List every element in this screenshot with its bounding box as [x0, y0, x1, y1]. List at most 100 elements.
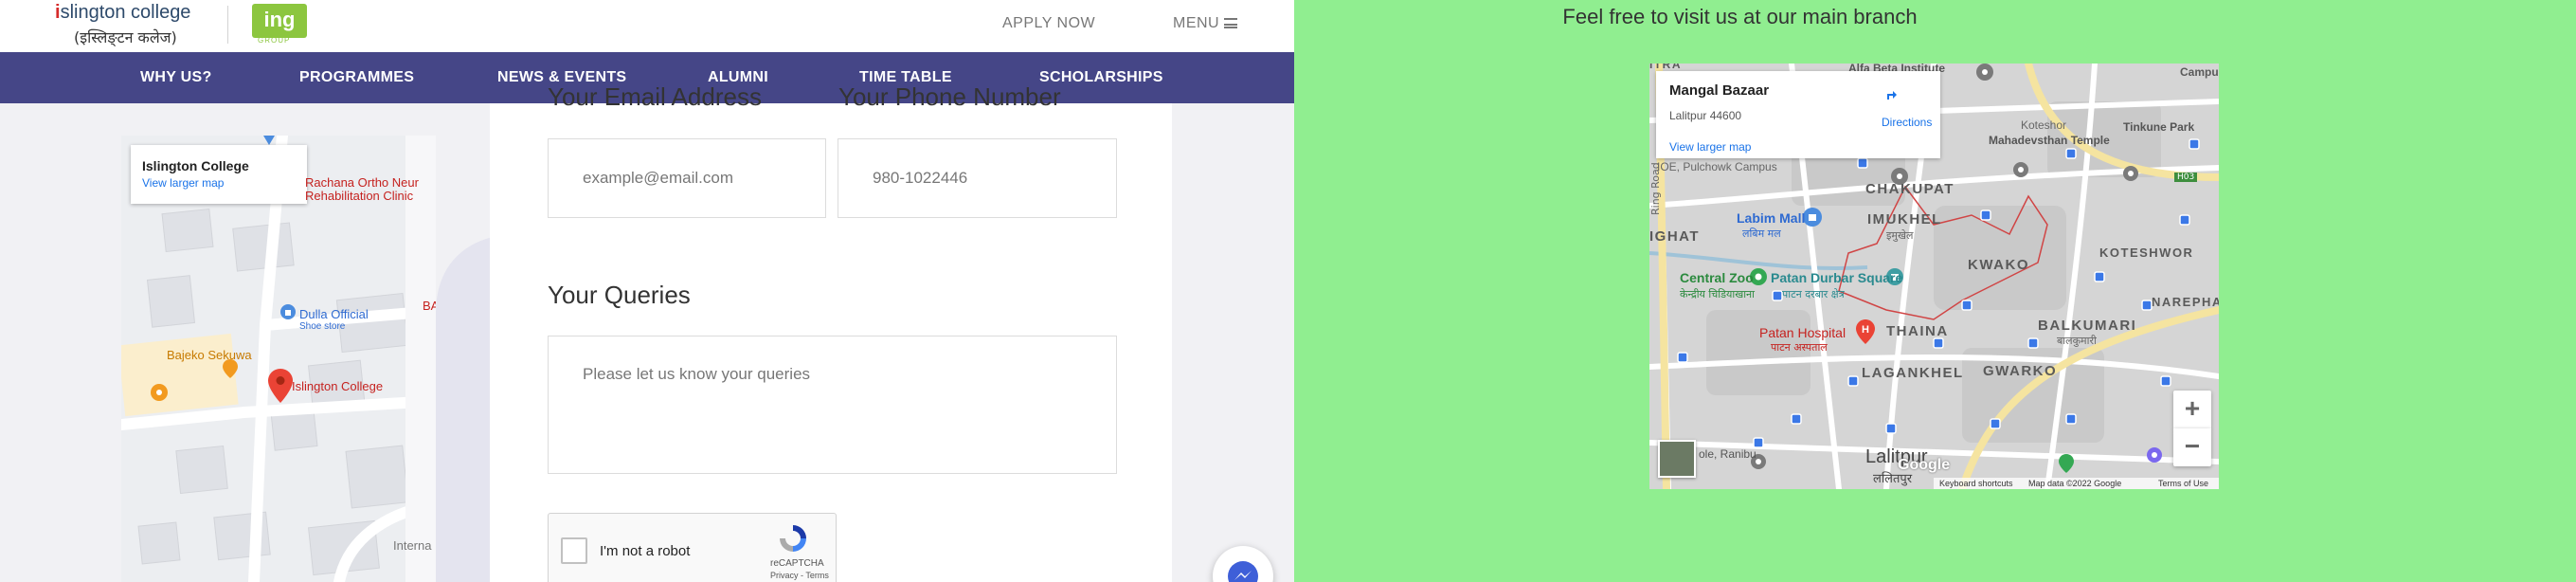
map-label-dulla-sub: Shoe store: [299, 321, 346, 332]
logo-name: slington college: [60, 2, 191, 23]
phone-field[interactable]: 980-1022446: [838, 138, 1117, 218]
map-info-card: Islington College View larger map: [131, 145, 307, 204]
queries-label: Your Queries: [548, 281, 691, 309]
ing-group-sub: GROUP: [258, 36, 291, 45]
email-label: Your Email Address: [548, 82, 762, 111]
svg-text:H: H: [1862, 324, 1869, 336]
islington-college-pin-icon[interactable]: [268, 369, 293, 403]
map-label-rachana: Rachana Ortho Neur: [305, 175, 419, 190]
directions-icon[interactable]: [1877, 81, 1903, 107]
map-label-ring-road: Ring Road: [1649, 162, 1662, 215]
place-icon: [2147, 447, 2162, 463]
map-footer: Keyboard shortcuts Map data ©2022 Google…: [1934, 478, 2219, 489]
map-label-itra: ITRA: [1649, 64, 1682, 71]
ing-group-logo[interactable]: ing: [252, 4, 307, 38]
place-icon: [2123, 166, 2138, 181]
map-label-patan-hospital-sub: पाटन अस्पताल: [1771, 341, 1828, 354]
email-field[interactable]: example@email.com: [548, 138, 826, 218]
view-larger-map-link[interactable]: View larger map: [1669, 140, 1751, 154]
contact-form: Your Email Address Your Phone Number exa…: [490, 82, 1172, 582]
recaptcha-brand: reCAPTCHA: [770, 558, 824, 569]
logo-text: islington college: [55, 2, 190, 24]
restaurant-pin-icon[interactable]: [223, 359, 238, 378]
map-label-tinkune: Tinkune Park: [2123, 120, 2195, 134]
map-data-attribution: Map data ©2022 Google: [2028, 479, 2122, 488]
college-map[interactable]: Islington College View larger map Rachan…: [121, 136, 436, 582]
directions-link[interactable]: Directions: [1882, 116, 1932, 129]
satellite-layer-toggle[interactable]: [1658, 440, 1696, 478]
logo-divider: [227, 6, 228, 44]
nav-why-us[interactable]: WHY US?: [140, 52, 212, 103]
map-label-patan-durbar-sub: पाटन दरबार क्षेत्र: [1782, 288, 1845, 300]
zoom-in-button[interactable]: +: [2173, 391, 2211, 428]
right-pane: Feel free to visit us at our main branch: [1294, 0, 2576, 582]
map-label-mahadevsthan: Mahadevsthan Temple: [1989, 134, 2110, 147]
map-marker-top-icon: [263, 136, 275, 145]
map-info-address: Lalitpur 44600: [1669, 109, 1742, 122]
map-info-title: Islington College: [142, 158, 249, 173]
visit-heading: Feel free to visit us at our main branch: [1562, 5, 1918, 28]
map-label-central-zoo-sub: केन्द्रीय चिडियाखाना: [1680, 288, 1756, 300]
left-pane: islington college (इस्लिङ्टन कलेज) ing G…: [0, 0, 1294, 582]
map-label-thaina: THAINA: [1886, 323, 1949, 339]
map-label-imukhel-sub: इमुखेल: [1886, 229, 1914, 242]
map-label-lagankhel: LAGANKHEL: [1862, 365, 1964, 381]
map-label-h03: H03: [2174, 173, 2198, 182]
recaptcha-checkbox[interactable]: [561, 537, 587, 564]
main-branch-map[interactable]: H Alfa Beta Institute ITRA Campu Kotesho…: [1649, 64, 2219, 489]
top-bar: islington college (इस्लिङ्टन कलेज) ing G…: [0, 0, 1294, 52]
hospital-pin-icon[interactable]: H: [1856, 319, 1875, 344]
map-label-balkumari: BALKUMARI: [2038, 318, 2137, 334]
hamburger-icon: [1224, 18, 1238, 28]
decorative-curve: [436, 237, 493, 582]
zoom-out-button[interactable]: −: [2173, 428, 2211, 466]
map-label-koteshwor: KOTESHWOR: [2099, 246, 2194, 260]
map-label-patan-hospital: Patan Hospital: [1759, 325, 1846, 340]
view-larger-map-link[interactable]: View larger map: [142, 176, 307, 190]
recaptcha-label: I'm not a robot: [600, 543, 691, 559]
messenger-icon: [1228, 561, 1258, 582]
terms-of-use-link[interactable]: Terms of Use: [2158, 478, 2208, 489]
map-label-islington: Islington College: [292, 379, 384, 393]
place-icon: [2013, 162, 2028, 177]
apply-now-link[interactable]: APPLY NOW: [1002, 15, 1095, 32]
map-label-bajeko: Bajeko Sekuwa: [167, 348, 252, 362]
map-label-narephat: NAREPHAT: [2152, 295, 2219, 309]
recaptcha-logo-icon: [780, 525, 806, 552]
messenger-chat-button[interactable]: [1213, 546, 1273, 582]
queries-textarea[interactable]: Please let us know your queries: [548, 336, 1117, 474]
phone-label: Your Phone Number: [838, 82, 1061, 111]
map-label-imukhel: IMUKHEL: [1867, 211, 1942, 227]
map-label-kwako: KWAKO: [1968, 257, 2029, 273]
map-info-title: Mangal Bazaar: [1669, 82, 1770, 99]
recaptcha-terms-link[interactable]: Privacy - Terms: [770, 571, 829, 580]
google-logo: Google: [1898, 457, 1951, 473]
map-label-central-zoo: Central Zoo: [1680, 270, 1754, 285]
map-label-campus: Campu: [2180, 65, 2219, 79]
map-info-card: Mangal Bazaar Lalitpur 44600 Directions …: [1656, 71, 1940, 158]
mall-icon[interactable]: [1803, 208, 1822, 227]
cafe-icon[interactable]: [151, 384, 168, 401]
map-label-labim: Labim Mall: [1737, 210, 1806, 226]
place-icon: [1976, 64, 1993, 81]
map-label-labim-sub: लबिम मल: [1742, 227, 1781, 240]
map-label-ranibu: ole, Ranibu: [1699, 447, 1756, 461]
map-label-koteshor: Koteshor: [2021, 118, 2067, 132]
map-label-rachana-sub: Rehabilitation Clinic: [305, 189, 414, 203]
nav-programmes[interactable]: PROGRAMMES: [299, 52, 414, 103]
shop-icon[interactable]: [280, 304, 296, 319]
map-label-balkumari-sub: बालकुमारी: [2057, 335, 2097, 347]
map-label-patan-durbar: Patan Durbar Square: [1771, 270, 1903, 285]
menu-button[interactable]: MENU: [1173, 15, 1238, 32]
map-label-internal: Interna: [393, 538, 432, 553]
map-label-gwarko: GWARKO: [1983, 363, 2058, 379]
map-label-chakupat: CHAKUPAT: [1865, 181, 1955, 197]
map-label-ioe: IOE, Pulchowk Campus: [1657, 160, 1777, 173]
map-label-bai: BAI: [423, 299, 436, 313]
map-label-dulla: Dulla Official: [299, 307, 369, 321]
logo-devanagari: (इस्लिङ्टन कलेज): [74, 28, 177, 46]
recaptcha-widget: I'm not a robot reCAPTCHA Privacy - Term…: [548, 513, 837, 582]
keyboard-shortcuts-link[interactable]: Keyboard shortcuts: [1939, 478, 2013, 489]
green-pin-icon[interactable]: [2059, 454, 2074, 473]
map-label-ighat: IGHAT: [1649, 228, 1701, 245]
